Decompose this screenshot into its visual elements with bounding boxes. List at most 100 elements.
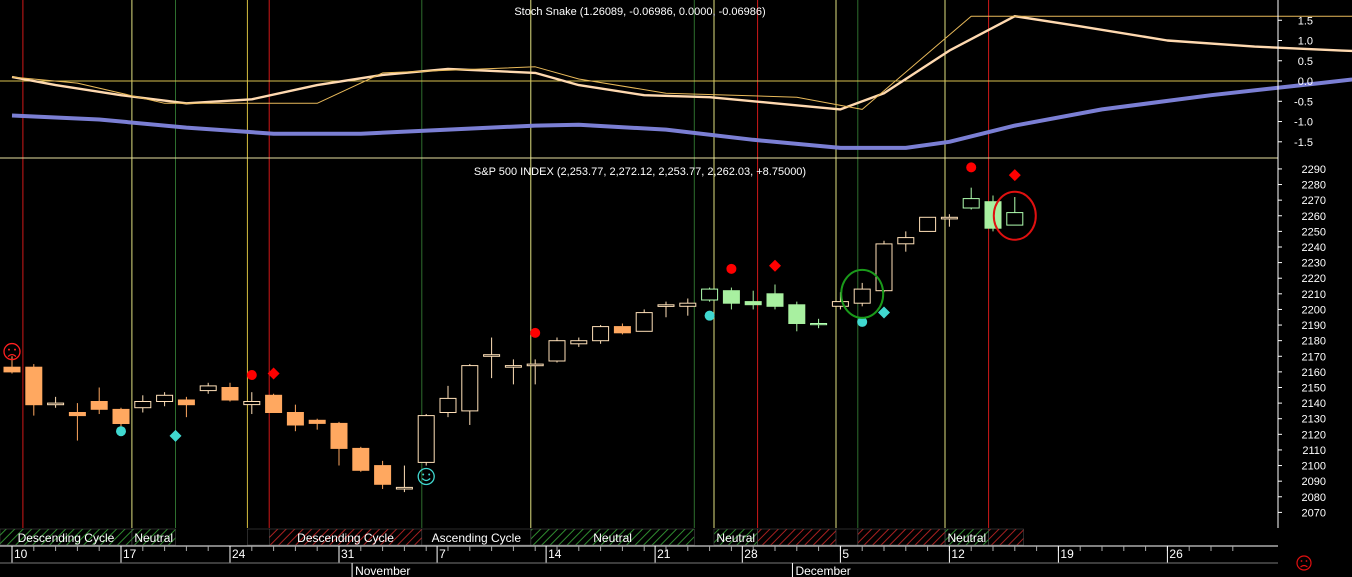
cycle-band-label: Ascending Cycle xyxy=(432,531,522,545)
candle-body[interactable] xyxy=(177,399,195,406)
candle-body[interactable] xyxy=(853,288,871,304)
chart-canvas[interactable]: Stoch Snake (1.26089, -0.06986, 0.0000, … xyxy=(0,0,1352,577)
date-day-label: 14 xyxy=(548,547,562,561)
cycle-band-label: Descending Cycle xyxy=(18,531,115,545)
signal-dot-marker xyxy=(966,162,977,173)
candle-body[interactable] xyxy=(461,365,479,412)
candle-body[interactable] xyxy=(134,401,152,409)
candle-body[interactable] xyxy=(701,288,719,301)
frown-face-mouth xyxy=(1300,564,1308,568)
candle-body[interactable] xyxy=(352,447,370,471)
price-panel: S&P 500 INDEX (2,253.77, 2,272.12, 2,253… xyxy=(0,157,1278,493)
frown-face-eye xyxy=(1305,560,1308,562)
osc-y-tick-label: 1.0 xyxy=(1298,36,1313,48)
vertical-cycle-lines-bottom xyxy=(22,158,990,528)
y-axes: 1.5 1.0 0.5 0.0 -0.5 -1.0 -1.5 2290 2280 2270 2260… xyxy=(1277,0,1326,528)
candle-body[interactable] xyxy=(1006,212,1024,226)
face-mouth xyxy=(421,478,431,482)
price-y-tick-label: 2200 xyxy=(1302,304,1326,316)
date-day-label: 31 xyxy=(341,547,355,561)
price-y-tick-label: 2080 xyxy=(1302,492,1326,504)
candle-body[interactable] xyxy=(831,301,849,307)
osc-y-tick-label: -0.5 xyxy=(1294,96,1313,108)
date-day-label: 21 xyxy=(657,547,671,561)
osc-y-tick-label: -1.5 xyxy=(1294,137,1313,149)
date-day-label: 28 xyxy=(744,547,758,561)
candle-body[interactable] xyxy=(25,366,43,406)
candle-body[interactable] xyxy=(613,326,631,334)
osc-y-tick-label: 0.0 xyxy=(1298,76,1313,88)
candle-body[interactable] xyxy=(90,401,108,410)
osc-series-line xyxy=(11,15,1352,111)
date-day-label: 7 xyxy=(439,547,446,561)
price-y-tick-label: 2210 xyxy=(1302,289,1326,301)
candle-body[interactable] xyxy=(897,237,915,245)
signal-diamond-marker xyxy=(1008,169,1021,182)
candle-body[interactable] xyxy=(570,340,588,345)
candle-body[interactable] xyxy=(417,415,435,463)
candle-body[interactable] xyxy=(221,387,239,401)
candle-body[interactable] xyxy=(679,302,697,307)
candle-body[interactable] xyxy=(635,312,653,332)
price-y-tick-label: 2160 xyxy=(1302,367,1326,379)
signal-dot-marker xyxy=(726,263,737,274)
candle-body[interactable] xyxy=(592,326,610,342)
candle-body[interactable] xyxy=(875,243,893,292)
cycle-band-segment xyxy=(757,528,837,546)
candle-body[interactable] xyxy=(940,216,958,220)
candle-body[interactable] xyxy=(199,385,217,392)
osc-y-tick-label: 1.5 xyxy=(1298,15,1313,27)
status-icon[interactable] xyxy=(1296,555,1312,571)
date-day-label: 17 xyxy=(123,547,137,561)
face-eye xyxy=(14,348,16,351)
signal-dot-marker xyxy=(246,370,257,381)
month-label: November xyxy=(355,564,410,577)
candle-body[interactable] xyxy=(3,366,21,373)
candle-body[interactable] xyxy=(766,293,784,307)
price-y-tick-label: 2230 xyxy=(1302,258,1326,270)
price-y-tick-label: 2170 xyxy=(1302,351,1326,363)
date-day-label: 19 xyxy=(1060,547,1074,561)
candle-body[interactable] xyxy=(156,394,174,402)
candle-body[interactable] xyxy=(962,198,980,209)
stoch-snake-panel: Stoch Snake (1.26089, -0.06986, 0.0000, … xyxy=(0,6,1352,150)
price-y-tick-label: 2260 xyxy=(1302,211,1326,223)
face-eye xyxy=(8,348,10,351)
candle-body[interactable] xyxy=(744,301,762,306)
price-y-tick-label: 2100 xyxy=(1302,461,1326,473)
signal-dot-marker xyxy=(704,310,715,321)
candle-body[interactable] xyxy=(548,340,566,362)
candle-body[interactable] xyxy=(395,486,413,490)
price-y-tick-label: 2090 xyxy=(1302,476,1326,488)
candle-body[interactable] xyxy=(286,412,304,426)
candle-body[interactable] xyxy=(788,304,806,324)
candle-body[interactable] xyxy=(112,408,130,424)
frown-face-icon[interactable] xyxy=(1296,555,1312,571)
candle-body[interactable] xyxy=(330,422,348,449)
candle-body[interactable] xyxy=(68,412,86,417)
frown-face-eye xyxy=(1300,560,1303,562)
candle-body[interactable] xyxy=(483,354,501,357)
candle-body[interactable] xyxy=(265,394,283,413)
price-y-tick-label: 2270 xyxy=(1302,195,1326,207)
cycle-band-segment xyxy=(988,528,1024,546)
price-y-tick-label: 2180 xyxy=(1302,336,1326,348)
candle-body[interactable] xyxy=(439,397,457,413)
candle-body[interactable] xyxy=(47,402,65,406)
candle-body[interactable] xyxy=(657,304,675,307)
price-y-tick-label: 2140 xyxy=(1302,398,1326,410)
candle-body[interactable] xyxy=(374,465,392,485)
candle-body[interactable] xyxy=(308,419,326,424)
osc-series-line xyxy=(11,77,1352,150)
candle-body[interactable] xyxy=(504,365,522,368)
cycle-band-label: Neutral xyxy=(593,531,632,545)
signal-diamond-marker xyxy=(169,429,182,442)
price-y-tick-label: 2130 xyxy=(1302,414,1326,426)
candle-body[interactable] xyxy=(919,216,937,232)
price-title: S&P 500 INDEX (2,253.77, 2,272.12, 2,253… xyxy=(474,166,806,178)
candle-body[interactable] xyxy=(722,290,740,304)
candle-body[interactable] xyxy=(810,323,828,326)
candle-body[interactable] xyxy=(243,401,261,406)
candle-body[interactable] xyxy=(526,363,544,367)
signal-dot-marker xyxy=(530,327,541,338)
